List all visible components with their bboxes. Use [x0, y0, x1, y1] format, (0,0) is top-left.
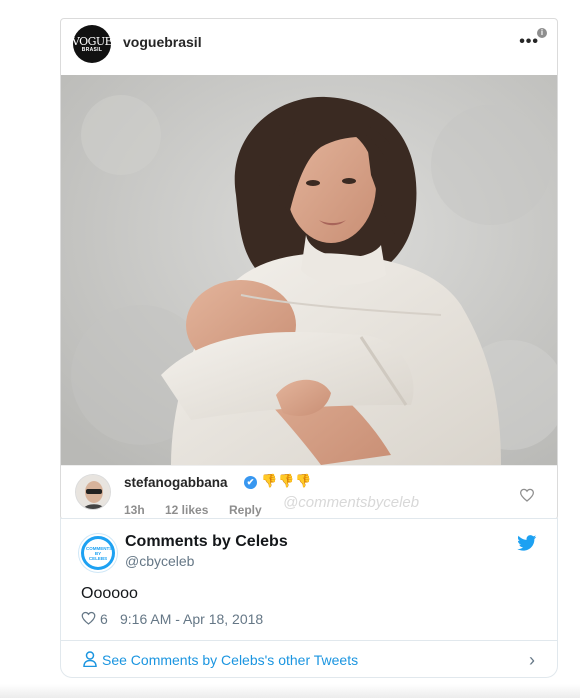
commenter-avatar[interactable] — [75, 474, 111, 510]
reply-button[interactable]: Reply — [229, 503, 262, 517]
portrait-photo — [61, 75, 557, 465]
tweet-author-name[interactable]: Comments by Celebs — [125, 533, 288, 551]
tweet-author-avatar[interactable]: COMMENTS BY CELEBS — [79, 534, 117, 572]
instagram-embed: VOGUE BRASIL voguebrasil ••• i stefanoga… — [60, 18, 558, 520]
avatar-logo-text: VOGUE — [71, 34, 113, 48]
comment-emojis: 👎👎👎 — [261, 473, 313, 488]
more-horizontal-icon[interactable]: ••• — [519, 33, 539, 51]
watermark: @commentsbyceleb — [283, 494, 420, 511]
vogue-brasil-avatar[interactable]: VOGUE BRASIL — [71, 25, 113, 63]
avatar-inner: COMMENTS BY CELEBS — [84, 539, 112, 567]
comment-likes[interactable]: 12 likes — [165, 503, 208, 517]
other-tweets-link[interactable]: See Comments by Celebs's other Tweets — [102, 652, 358, 668]
like-heart-icon[interactable] — [81, 611, 96, 625]
commenter-username[interactable]: stefanogabbana — [124, 475, 228, 490]
avatar-logo-subtext: BRASIL — [81, 46, 103, 53]
tweet-embed: COMMENTS BY CELEBS Comments by Celebs @c… — [60, 518, 558, 678]
chevron-right-icon[interactable]: › — [529, 651, 535, 669]
avatar-text: COMMENTS BY CELEBS — [86, 545, 113, 561]
person-icon — [83, 651, 97, 667]
page-bottom-shade — [0, 684, 580, 698]
tweet-timestamp[interactable]: 9:16 AM - Apr 18, 2018 — [120, 611, 263, 627]
tweet-footer-link[interactable]: See Comments by Celebs's other Tweets › — [61, 640, 557, 679]
instagram-username[interactable]: voguebrasil — [123, 34, 202, 50]
tweet-like-count[interactable]: 6 — [100, 611, 108, 627]
twitter-bird-icon[interactable] — [517, 535, 537, 551]
tweet-text: Oooooo — [81, 585, 138, 602]
commenter-face-icon — [76, 475, 110, 509]
tweet-author-handle[interactable]: @cbyceleb — [125, 553, 194, 569]
comment-time: 13h — [124, 503, 145, 517]
verified-badge-icon: ✔ — [244, 476, 257, 489]
info-icon[interactable]: i — [537, 28, 547, 38]
instagram-comment: stefanogabbana ✔ 👎👎👎 @commentsbyceleb 13… — [61, 465, 557, 519]
instagram-header: VOGUE BRASIL voguebrasil ••• i — [61, 19, 557, 75]
instagram-photo[interactable] — [61, 75, 557, 465]
heart-outline-icon[interactable] — [519, 488, 535, 502]
